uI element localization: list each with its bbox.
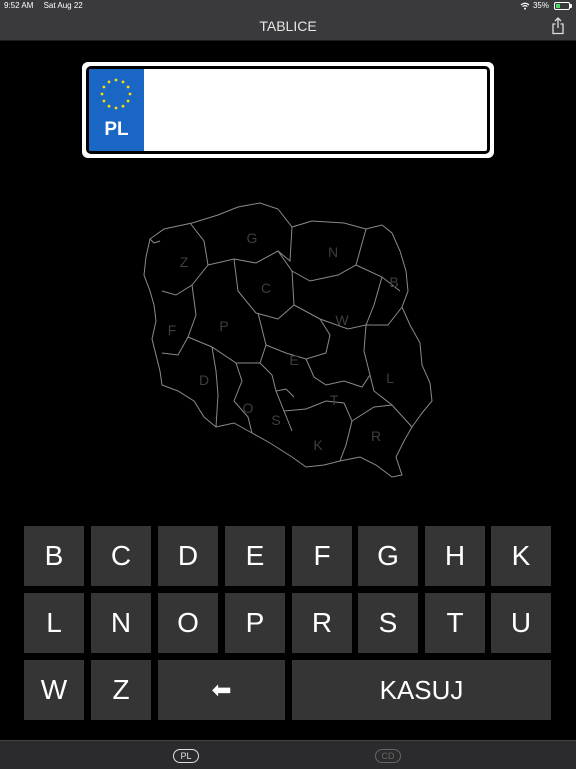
poland-voivodeship-map[interactable]: G Z N B C F P W E L D O S T K R (130, 195, 450, 495)
key-L[interactable]: L (24, 593, 84, 653)
key-B[interactable]: B (24, 526, 84, 586)
battery-percent: 35% (532, 1, 549, 10)
license-plate: PL (82, 62, 494, 158)
key-C[interactable]: C (91, 526, 151, 586)
key-R[interactable]: R (292, 593, 352, 653)
key-Z[interactable]: Z (91, 660, 151, 720)
eu-stars-icon (100, 78, 132, 110)
eu-band: PL (89, 69, 144, 151)
key-G[interactable]: G (358, 526, 418, 586)
tab-pl[interactable]: PL (173, 749, 199, 763)
page-title: TABLICE (259, 18, 317, 34)
key-N[interactable]: N (91, 593, 151, 653)
region-label-D[interactable]: D (199, 372, 209, 388)
region-label-R[interactable]: R (371, 428, 381, 444)
key-K[interactable]: K (491, 526, 551, 586)
nav-bar: TABLICE (0, 12, 576, 41)
region-label-O[interactable]: O (243, 400, 254, 416)
license-plate-frame: PL (86, 66, 490, 154)
key-E[interactable]: E (225, 526, 285, 586)
key-D[interactable]: D (158, 526, 218, 586)
region-label-B[interactable]: B (389, 274, 398, 290)
key-W[interactable]: W (24, 660, 84, 720)
key-F[interactable]: F (292, 526, 352, 586)
backspace-key[interactable]: ⬅ (158, 660, 285, 720)
key-H[interactable]: H (425, 526, 485, 586)
region-label-G[interactable]: G (247, 230, 258, 246)
status-bar: 9:52 AM Sat Aug 22 35% (0, 0, 576, 12)
tab-cd[interactable]: CD (375, 749, 401, 763)
region-label-N[interactable]: N (328, 244, 338, 260)
share-icon[interactable] (550, 17, 566, 35)
region-label-C[interactable]: C (261, 280, 271, 296)
battery-icon (554, 2, 572, 10)
country-code: PL (104, 119, 129, 140)
key-O[interactable]: O (158, 593, 218, 653)
key-P[interactable]: P (225, 593, 285, 653)
region-label-K[interactable]: K (313, 437, 323, 453)
key-U[interactable]: U (491, 593, 551, 653)
tab-bar: PL CD (0, 740, 576, 769)
region-label-E[interactable]: E (289, 352, 298, 368)
key-S[interactable]: S (358, 593, 418, 653)
status-time: 9:52 AM (4, 1, 34, 10)
region-label-T[interactable]: T (330, 392, 339, 408)
key-T[interactable]: T (425, 593, 485, 653)
region-label-S[interactable]: S (271, 412, 280, 428)
clear-button[interactable]: KASUJ (292, 660, 551, 720)
region-label-Z[interactable]: Z (180, 254, 189, 270)
region-label-F[interactable]: F (168, 322, 177, 338)
region-label-L[interactable]: L (386, 370, 394, 386)
region-label-W[interactable]: W (335, 312, 349, 328)
plate-text (153, 69, 479, 151)
status-date: Sat Aug 22 (43, 1, 83, 10)
wifi-icon (520, 2, 530, 10)
region-label-P[interactable]: P (219, 318, 228, 334)
